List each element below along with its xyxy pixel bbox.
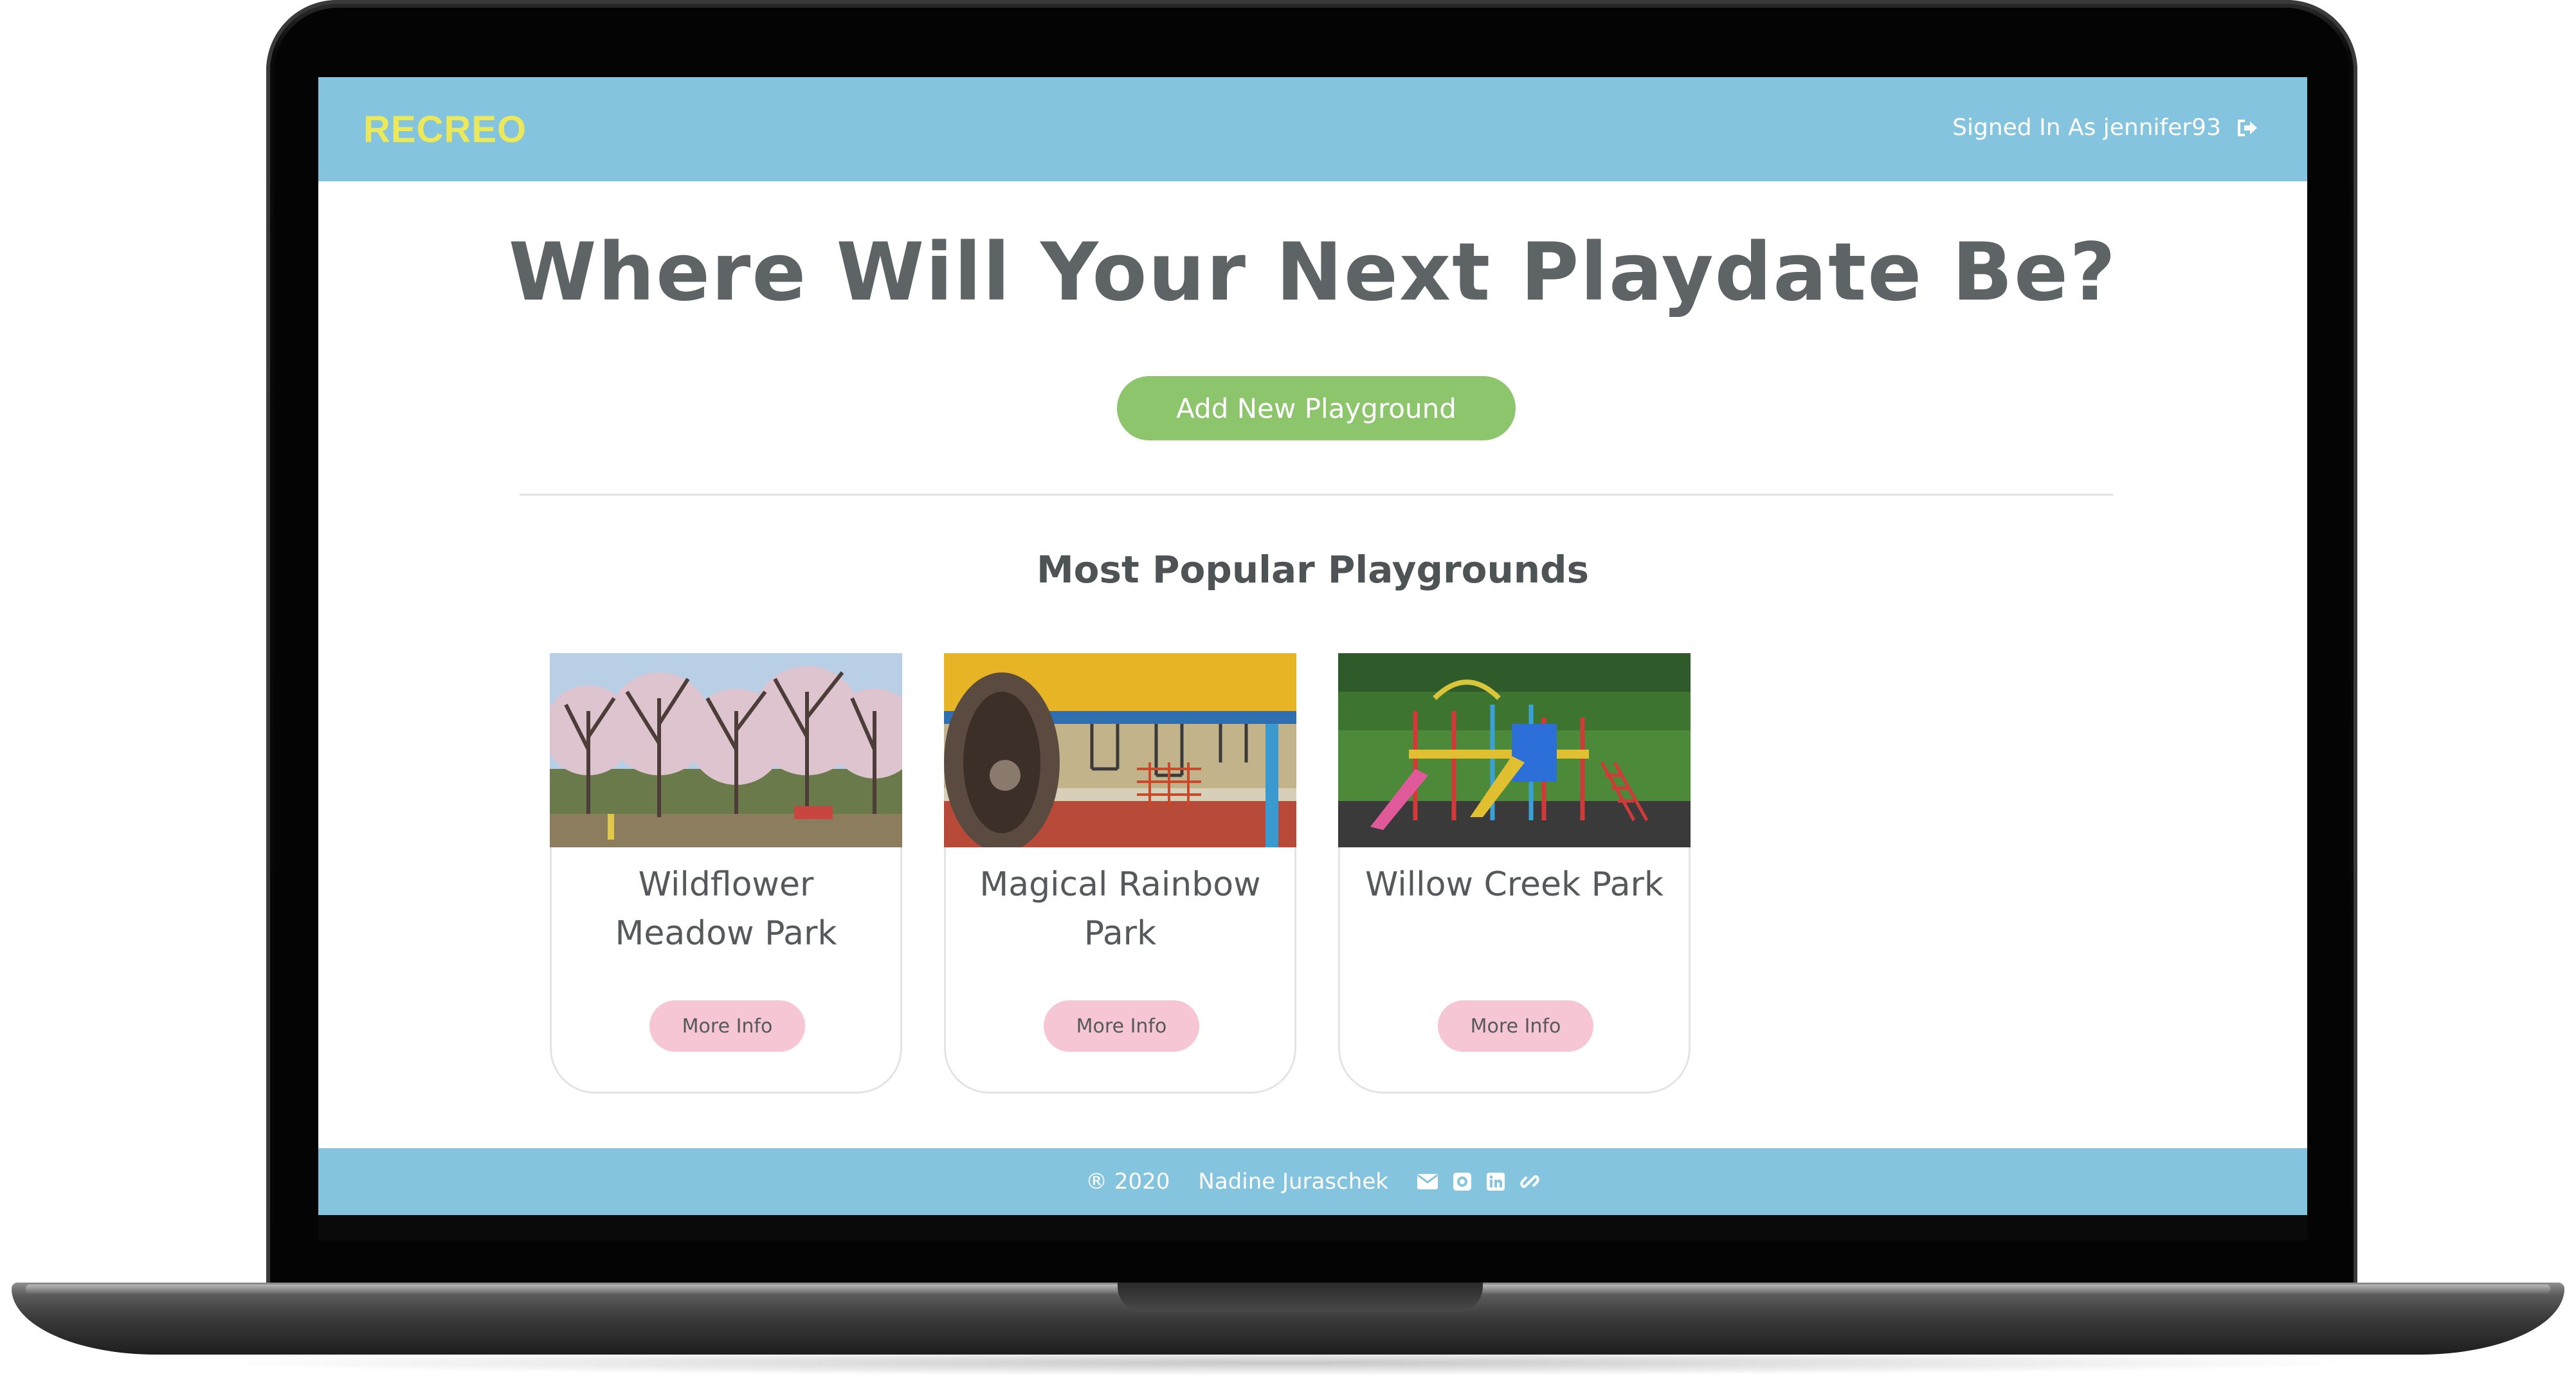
playground-image[interactable] bbox=[944, 653, 1296, 847]
more-info-button[interactable]: More Info bbox=[1044, 1000, 1199, 1052]
screen-lower-strip bbox=[318, 1215, 2307, 1241]
github-icon[interactable] bbox=[1453, 1172, 1472, 1191]
popular-heading: Most Popular Playgrounds bbox=[1036, 548, 1590, 591]
linkedin-icon[interactable] bbox=[1486, 1172, 1505, 1191]
add-playground-button[interactable]: Add New Playground bbox=[1117, 376, 1516, 440]
navbar: RECREO Signed In As jennifer93 bbox=[318, 77, 2307, 181]
more-info-button[interactable]: More Info bbox=[649, 1000, 805, 1052]
card-title: Wildflower Meadow Park bbox=[615, 865, 837, 953]
laptop-notch bbox=[1118, 1283, 1483, 1312]
footer-copyright: ® 2020 bbox=[1085, 1169, 1170, 1194]
playground-card: Magical Rainbow Park More Info bbox=[944, 653, 1296, 1094]
laptop-screen: RECREO Signed In As jennifer93 Where Wil… bbox=[318, 77, 2307, 1215]
brand-logo[interactable]: RECREO bbox=[363, 108, 527, 151]
footer-icons bbox=[1417, 1171, 1540, 1192]
playground-card: Willow Creek Park More Info bbox=[1338, 653, 1691, 1094]
more-info-button[interactable]: More Info bbox=[1438, 1000, 1593, 1052]
section-divider bbox=[520, 494, 2113, 496]
footer-author: Nadine Juraschek bbox=[1198, 1169, 1388, 1194]
sign-out-icon[interactable] bbox=[2236, 118, 2258, 138]
signed-in-text: Signed In As jennifer93 bbox=[1952, 114, 2221, 141]
page-title: Where Will Your Next Playdate Be? bbox=[508, 226, 2118, 319]
link-icon[interactable] bbox=[1519, 1171, 1540, 1192]
playground-card: Wildflower Meadow Park More Info bbox=[550, 653, 902, 1094]
card-title: Willow Creek Park bbox=[1365, 865, 1664, 904]
playground-image[interactable] bbox=[550, 653, 902, 847]
playground-image[interactable] bbox=[1338, 653, 1691, 847]
footer: ® 2020 Nadine Juraschek bbox=[318, 1148, 2307, 1215]
card-title: Magical Rainbow Park bbox=[979, 865, 1261, 953]
envelope-icon[interactable] bbox=[1417, 1173, 1438, 1190]
signed-in-area: Signed In As jennifer93 bbox=[1952, 114, 2258, 141]
